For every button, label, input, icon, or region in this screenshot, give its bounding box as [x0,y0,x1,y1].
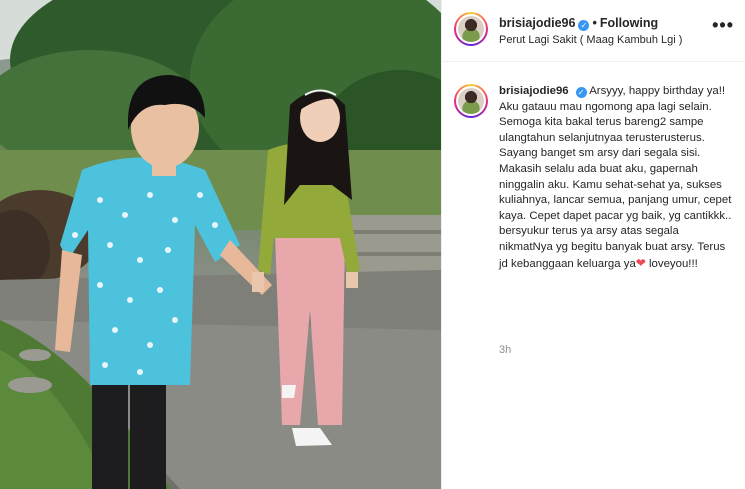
post-caption: brisiajodie96 ✓ Arsyyy, happy birthday ya… [499,84,733,272]
more-options-icon[interactable]: ••• [712,15,734,36]
post-side-panel: brisiajodie96 ✓ • Following Perut Lagi Saki… [441,0,745,489]
caption-username[interactable]: brisiajodie96 [499,85,569,97]
header-line: brisiajodie96 ✓ • Following [499,16,658,31]
caption-author-avatar[interactable] [454,84,488,118]
following-button[interactable]: Following [600,16,658,30]
caption-verified-icon: ✓ [575,87,587,98]
post-photo [0,0,441,489]
post-location[interactable]: Perut Lagi Sakit ( Maag Kambuh Lgi ) [499,34,682,46]
heart-icon: ❤ [635,255,646,270]
photo-illustration [0,0,441,489]
caption-text: Arsyyy, happy birthday ya!! Aku gatauu m… [499,85,732,270]
post-timestamp[interactable]: 3h [499,344,511,356]
author-username[interactable]: brisiajodie96 [499,16,575,30]
verified-icon: ✓ [578,20,590,31]
author-avatar[interactable] [454,12,488,46]
separator-dot: • [592,16,597,30]
caption-text-end: loveyou!!! [645,257,698,270]
post-header: brisiajodie96 ✓ • Following Perut Lagi Saki… [442,0,745,62]
